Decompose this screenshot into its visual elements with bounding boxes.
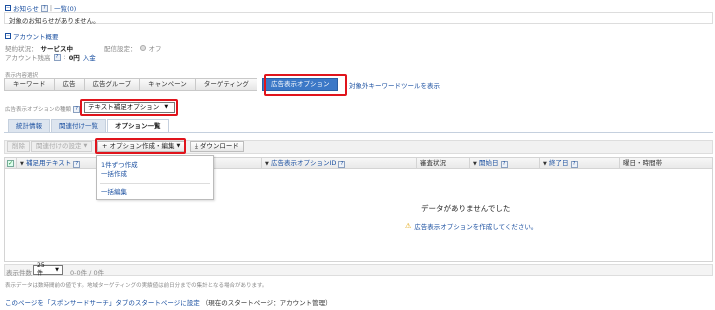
help-icon[interactable]: ? xyxy=(500,161,508,168)
tab-ad-group[interactable]: 広告グループ xyxy=(83,78,140,91)
chevron-down-icon: ▼ xyxy=(83,143,88,149)
start-page-setting: このページを「スポンサードサーチ」タブのスタートページに設定 （現在のスタートペ… xyxy=(5,297,332,307)
menu-divider xyxy=(100,183,210,184)
sub-tabs: 統計情報 関連付け一覧 オプション一覧 xyxy=(8,119,169,132)
per-page-select[interactable]: 25件 ▼ xyxy=(33,262,63,277)
column-review-status: 審査状況 xyxy=(417,158,470,168)
select-all-checkbox[interactable]: ✓ xyxy=(5,158,17,168)
menu-item-bulk-edit[interactable]: 一括編集 xyxy=(97,188,213,197)
tab-targeting[interactable]: ターゲティング xyxy=(194,78,257,91)
help-icon[interactable]: ? xyxy=(338,161,346,168)
delete-button[interactable]: 削除 xyxy=(7,141,30,152)
account-header[interactable]: − アカウント概要 xyxy=(5,31,59,41)
page-range: 0-0件 / 0件 xyxy=(70,269,105,277)
help-icon[interactable]: ? xyxy=(73,105,81,113)
tab-statistics[interactable]: 統計情報 xyxy=(8,119,50,132)
tab-ad[interactable]: 広告 xyxy=(53,78,84,91)
download-icon: ⤓ xyxy=(195,142,198,150)
association-settings-button[interactable]: 関連付けの設定 ▼ xyxy=(31,141,93,152)
tab-option-list[interactable]: オプション一覧 xyxy=(107,119,169,132)
menu-item-bulk-create[interactable]: 一括作成 xyxy=(97,170,213,179)
create-prompt: ⚠ 広告表示オプションを作成してください。 xyxy=(405,222,538,231)
excluded-keyword-tool-link[interactable]: 対象外キーワードツールを表示 xyxy=(349,80,440,90)
highlight-box xyxy=(80,99,178,116)
tab-keyword[interactable]: キーワード xyxy=(4,78,54,91)
collapse-icon[interactable]: − xyxy=(5,5,11,11)
help-icon[interactable]: ? xyxy=(53,53,61,61)
column-start-date[interactable]: ▼ 開始日 ? xyxy=(470,158,540,168)
help-icon[interactable]: ? xyxy=(40,4,48,12)
highlight-box xyxy=(264,74,347,96)
delivery-setting: 配信設定： オフ xyxy=(104,45,162,53)
column-weekday-time: 曜日・時間帯 xyxy=(623,159,662,167)
account-balance: アカウント残高 ? : 0円 入金 xyxy=(5,52,96,62)
empty-message: データがありませんでした xyxy=(421,204,511,213)
status-dot-icon xyxy=(139,45,146,51)
display-count-label: 表示件数 xyxy=(6,269,32,277)
menu-item-create-single[interactable]: 1件ずつ作成 xyxy=(97,161,213,170)
check-icon: ✓ xyxy=(7,160,14,167)
highlight-box xyxy=(95,138,186,154)
download-button[interactable]: ⤓ ダウンロード xyxy=(190,141,244,152)
create-edit-dropdown: 1件ずつ作成 一括作成 一括編集 xyxy=(96,155,214,200)
chevron-down-icon: ▼ xyxy=(55,267,59,273)
tab-association-list[interactable]: 関連付け一覧 xyxy=(51,119,106,132)
notice-box: 対象のお知らせがありません。 xyxy=(4,12,713,25)
option-type-label: 広告表示オプションの種類 ? xyxy=(5,105,81,113)
deposit-link[interactable]: 入金 xyxy=(83,52,96,62)
data-note: 表示データは数時間前の値です。地域ターゲティングの実績値は前日分までの集計となる… xyxy=(5,283,268,289)
current-start-page: （現在のスタートページ：アカウント管理） xyxy=(201,299,332,307)
column-end-date[interactable]: ▼ 終了日 ? xyxy=(540,158,620,168)
column-option-id[interactable]: ▼ 広告表示オプションID ? xyxy=(262,158,417,168)
notice-message: 対象のお知らせがありません。 xyxy=(9,17,100,25)
set-start-page-link[interactable]: このページを「スポンサードサーチ」タブのスタートページに設定 xyxy=(5,297,200,307)
tab-campaign[interactable]: キャンペーン xyxy=(139,78,195,91)
warning-icon: ⚠ xyxy=(405,222,412,230)
pagination-bar xyxy=(4,264,713,276)
help-icon[interactable]: ? xyxy=(570,161,578,168)
account-title: アカウント概要 xyxy=(13,33,59,41)
collapse-icon[interactable]: − xyxy=(5,33,11,39)
help-icon[interactable]: ? xyxy=(73,161,81,168)
